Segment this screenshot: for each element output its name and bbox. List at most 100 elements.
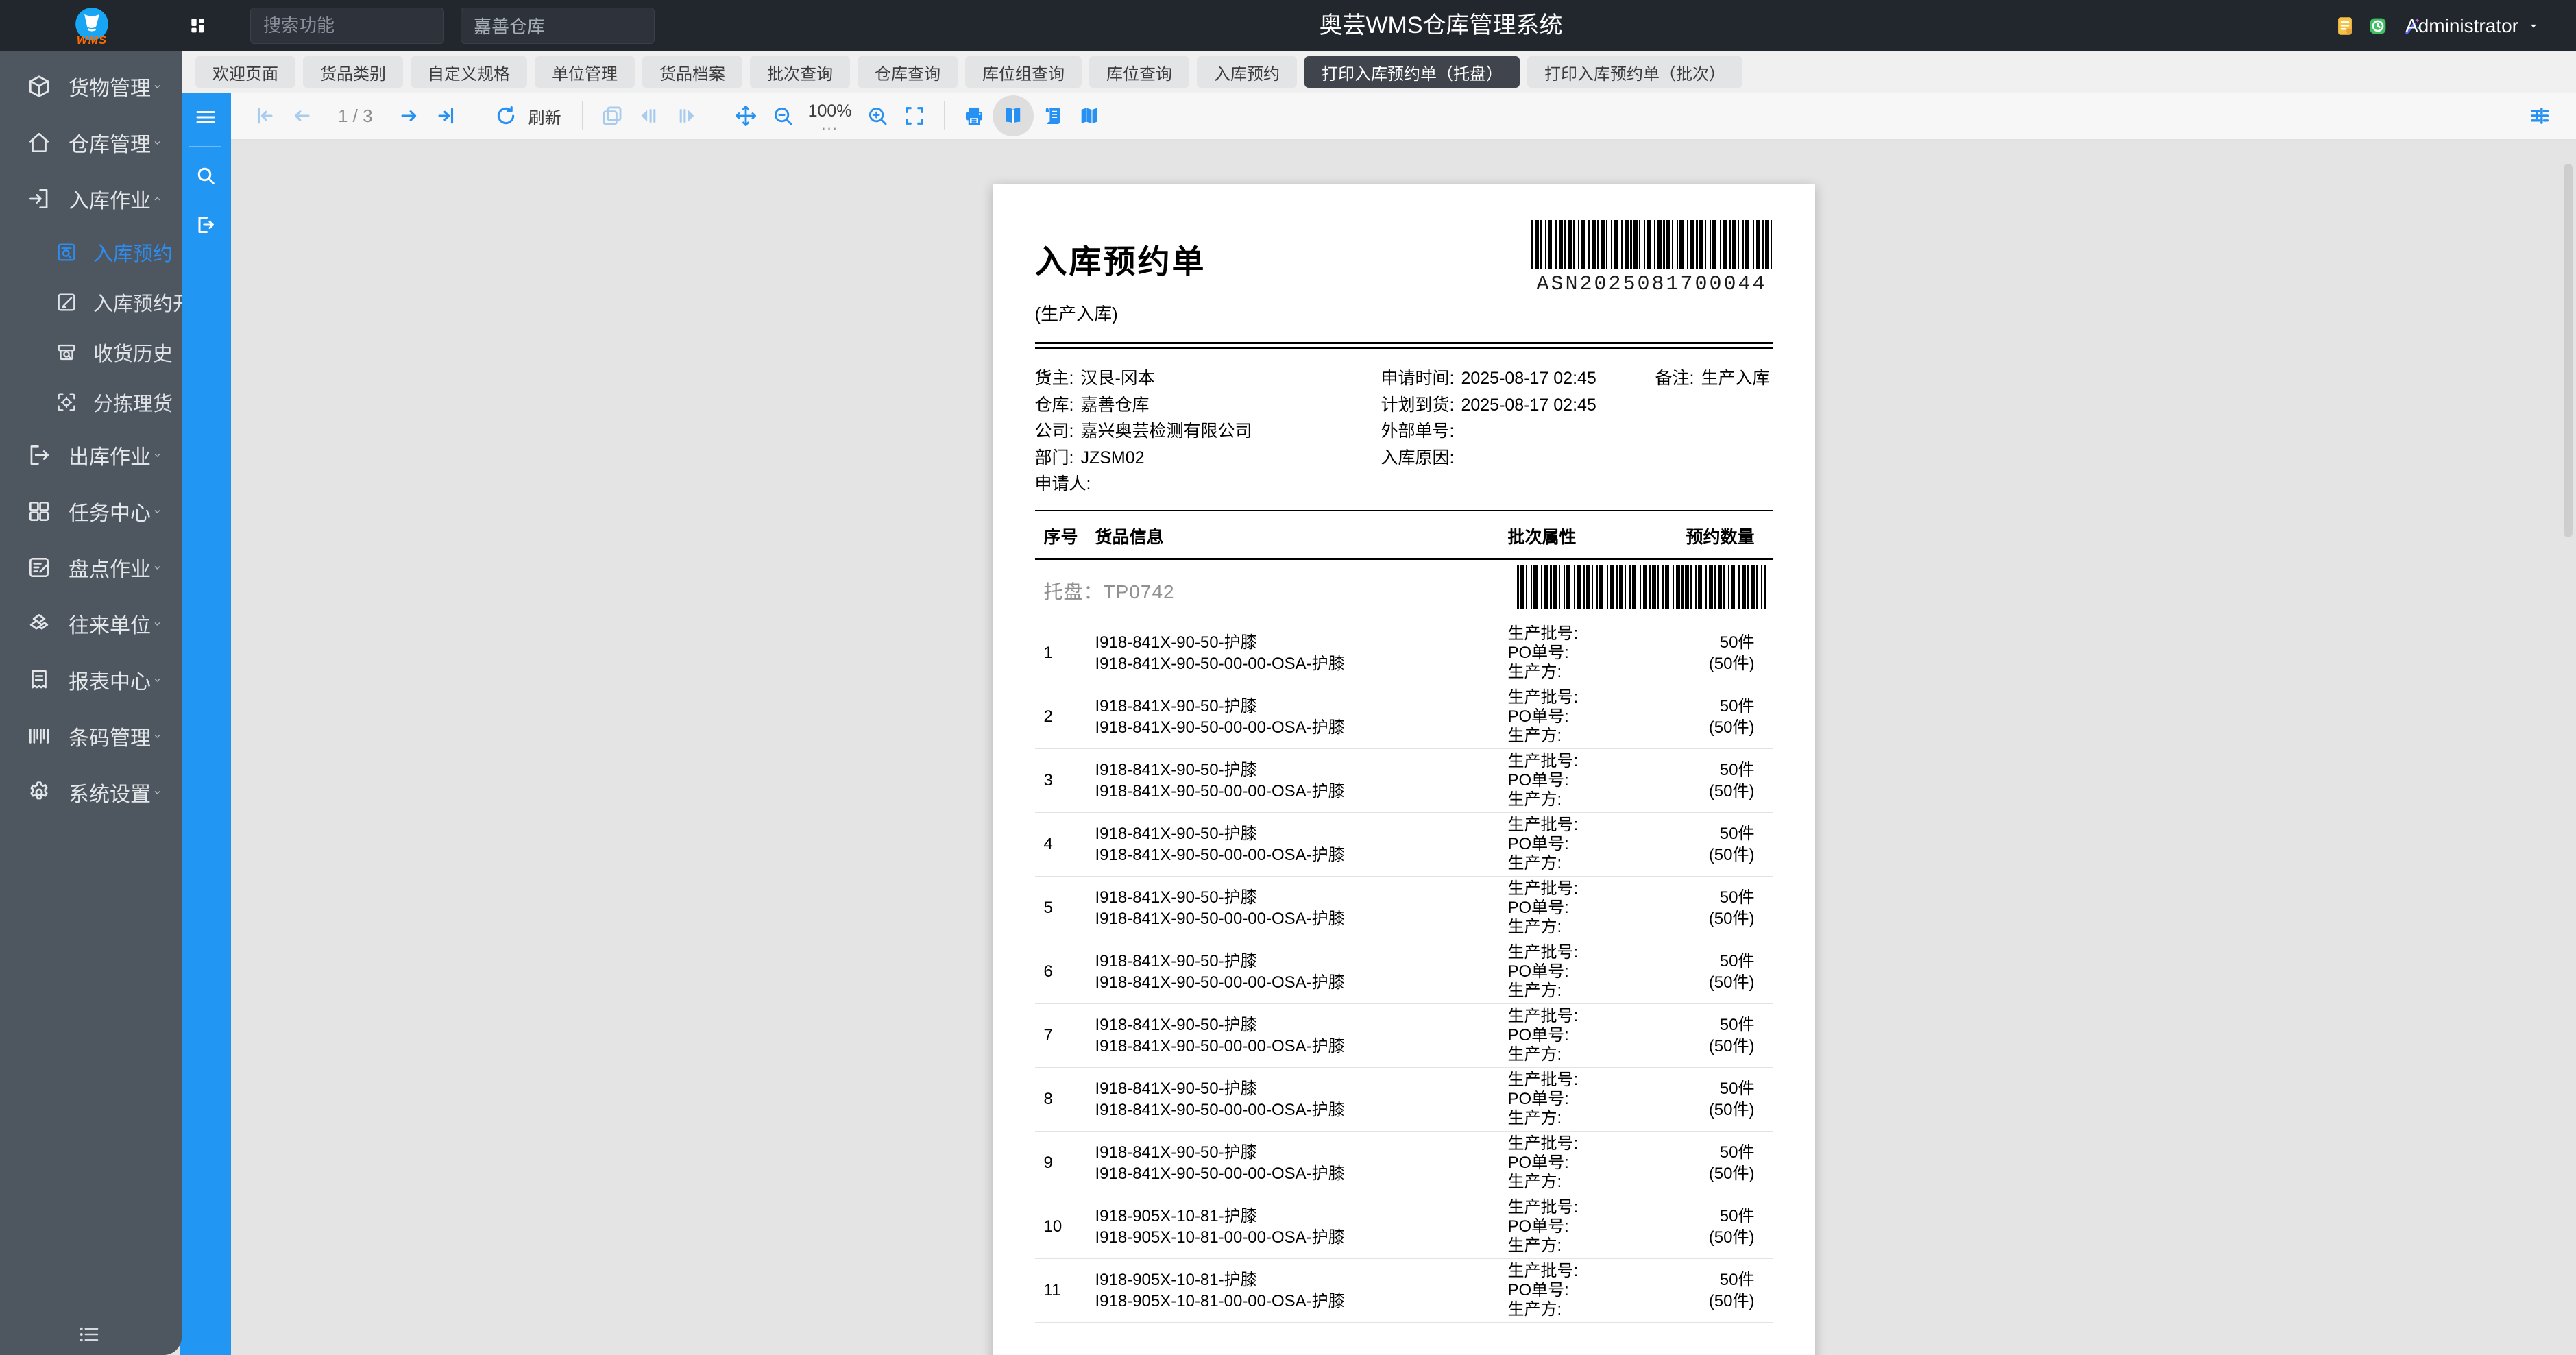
batch-label: 生产方: (1508, 727, 1656, 746)
sidebar-item-report-center[interactable]: 报表中心 (0, 652, 182, 708)
warehouse-select-input[interactable] (461, 8, 655, 44)
prev-page-button[interactable] (283, 97, 320, 135)
sidebar-item-goods[interactable]: 货物管理 (0, 58, 182, 114)
zoom-in-button[interactable] (859, 97, 896, 135)
chevron-down-icon (151, 446, 164, 464)
notes-icon[interactable] (2333, 14, 2357, 38)
book-view-button[interactable] (993, 95, 1034, 136)
sidebar-item-label: 仓库管理 (69, 127, 151, 158)
last-page-button[interactable] (428, 97, 465, 135)
viewer-settings-button[interactable] (2521, 97, 2558, 135)
goods-code: I918-841X-90-50-护膝 (1095, 1142, 1508, 1163)
refresh-button[interactable] (487, 97, 524, 135)
tab-入库预约[interactable]: 入库预约 (1197, 56, 1297, 88)
next-view-button[interactable] (668, 97, 705, 135)
sidebar-item-stocktake[interactable]: 盘点作业 (0, 539, 182, 596)
goods-sku: I918-841X-90-50-00-00-OSA-护膝 (1095, 908, 1508, 929)
batch-label: 生产批号: (1508, 1198, 1656, 1217)
exit-icon[interactable] (180, 200, 231, 249)
table-row: 7I918-841X-90-50-护膝I918-841X-90-50-00-00… (1035, 1004, 1773, 1068)
sidebar-item-inbound[interactable]: 入库作业 (0, 171, 182, 227)
zoom-level-dropdown[interactable]: 100% ... (808, 102, 852, 130)
pan-button[interactable] (727, 97, 764, 135)
sidebar-item-label: 盘点作业 (69, 552, 151, 583)
sidebar-item-sorting-tally[interactable]: 分拣理货 (0, 377, 182, 427)
col-index-header: 序号 (1035, 524, 1095, 548)
table-header: 序号 货品信息 批次属性 预约数量 (1035, 511, 1773, 558)
scroll-view-button[interactable] (1034, 97, 1071, 135)
tab-仓库查询[interactable]: 仓库查询 (858, 56, 958, 88)
tab-欢迎页面[interactable]: 欢迎页面 (195, 56, 295, 88)
goods-info: I918-841X-90-50-护膝I918-841X-90-50-00-00-… (1095, 951, 1508, 993)
qty-sub: (50件) (1656, 653, 1755, 674)
batch-label: PO单号: (1508, 644, 1656, 663)
first-page-button[interactable] (246, 97, 283, 135)
reserved-qty: 50件(50件) (1656, 1078, 1773, 1121)
tab-库位组查询[interactable]: 库位组查询 (965, 56, 1082, 88)
tab-打印入库预约单（托盘）[interactable]: 打印入库预约单（托盘） (1304, 56, 1520, 88)
sidebar-item-label: 往来单位 (69, 609, 151, 639)
sidebar-item-barcode-mgmt[interactable]: 条码管理 (0, 708, 182, 764)
sidebar-item-partners[interactable]: 往来单位 (0, 596, 182, 652)
goods-code: I918-841X-90-50-护膝 (1095, 632, 1508, 653)
menu-toggle-icon[interactable] (180, 93, 231, 142)
document-info: 货主:汉艮-冈本 申请时间:2025-08-17 02:45 备注:生产入库 仓… (1035, 365, 1773, 498)
print-button[interactable] (956, 97, 993, 135)
app-logo[interactable]: WMS (73, 6, 111, 46)
table-row: 3I918-841X-90-50-护膝I918-841X-90-50-00-00… (1035, 749, 1773, 813)
asn-barcode (1531, 220, 1773, 269)
prev-view-button[interactable] (631, 97, 668, 135)
tab-打印入库预约单（批次）[interactable]: 打印入库预约单（批次） (1527, 56, 1742, 88)
tab-批次查询[interactable]: 批次查询 (750, 56, 850, 88)
goods-info: I918-841X-90-50-护膝I918-841X-90-50-00-00-… (1095, 1014, 1508, 1057)
batch-label: 生产批号: (1508, 1262, 1656, 1281)
next-page-button[interactable] (391, 97, 428, 135)
tab-库位查询[interactable]: 库位查询 (1089, 56, 1189, 88)
batch-label: 生产方: (1508, 790, 1656, 809)
apps-grid-icon[interactable] (186, 15, 208, 37)
goods-code: I918-841X-90-50-护膝 (1095, 887, 1508, 908)
sidebar-item-system-settings[interactable]: 系统设置 (0, 764, 182, 820)
tab-货品类别[interactable]: 货品类别 (303, 56, 403, 88)
sidebar-item-receiving-history[interactable]: 收货历史 (0, 327, 182, 377)
sidebar-item-inbound-reservation[interactable]: 入库预约 (0, 227, 182, 277)
accordion-view-button[interactable] (1071, 97, 1108, 135)
copy-page-button[interactable] (594, 97, 631, 135)
batch-label: PO单号: (1508, 835, 1656, 854)
gear-icon (26, 779, 52, 805)
search-icon[interactable] (180, 151, 231, 200)
batch-label: 生产批号: (1508, 1007, 1656, 1026)
home-icon (26, 130, 52, 156)
sidebar-item-task-center[interactable]: 任务中心 (0, 483, 182, 539)
tab-bar: 欢迎页面货品类别自定义规格单位管理货品档案批次查询仓库查询库位组查询库位查询入库… (182, 51, 2576, 93)
user-menu[interactable]: Administrator (2405, 0, 2540, 51)
goods-info: I918-905X-10-81-护膝I918-905X-10-81-00-00-… (1095, 1206, 1508, 1248)
remark-value: 生产入库 (1701, 369, 1769, 388)
batch-label: PO单号: (1508, 1217, 1656, 1236)
refresh-label[interactable]: 刷新 (528, 104, 561, 128)
qty-main: 50件 (1656, 1078, 1755, 1099)
menu-list-icon[interactable] (77, 1322, 101, 1347)
fullscreen-button[interactable] (896, 97, 933, 135)
tab-货品档案[interactable]: 货品档案 (642, 56, 742, 88)
goods-info: I918-905X-10-81-护膝I918-905X-10-81-00-00-… (1095, 1269, 1508, 1312)
chevron-down-icon (151, 77, 164, 95)
col-batch-header: 批次属性 (1508, 524, 1656, 548)
batch-label: PO单号: (1508, 962, 1656, 981)
batch-label: 生产方: (1508, 1045, 1656, 1064)
function-search-input[interactable] (250, 8, 444, 44)
qty-main: 50件 (1656, 759, 1755, 781)
sidebar-item-outbound[interactable]: 出库作业 (0, 427, 182, 483)
sidebar-item-inbound-reservation-create[interactable]: 入库预约开单 (0, 277, 182, 327)
clock-icon[interactable] (2366, 14, 2390, 38)
sidebar-item-warehouse[interactable]: 仓库管理 (0, 114, 182, 171)
company-value: 嘉兴奥芸检测有限公司 (1080, 422, 1252, 441)
page-indicator: 1 / 3 (338, 106, 373, 127)
table-row: 5I918-841X-90-50-护膝I918-841X-90-50-00-00… (1035, 877, 1773, 940)
tab-自定义规格[interactable]: 自定义规格 (411, 56, 527, 88)
vertical-scrollbar[interactable] (2564, 164, 2573, 537)
qty-sub: (50件) (1656, 972, 1755, 993)
zoom-out-button[interactable] (764, 97, 801, 135)
tab-单位管理[interactable]: 单位管理 (535, 56, 635, 88)
goods-sku: I918-841X-90-50-00-00-OSA-护膝 (1095, 844, 1508, 866)
